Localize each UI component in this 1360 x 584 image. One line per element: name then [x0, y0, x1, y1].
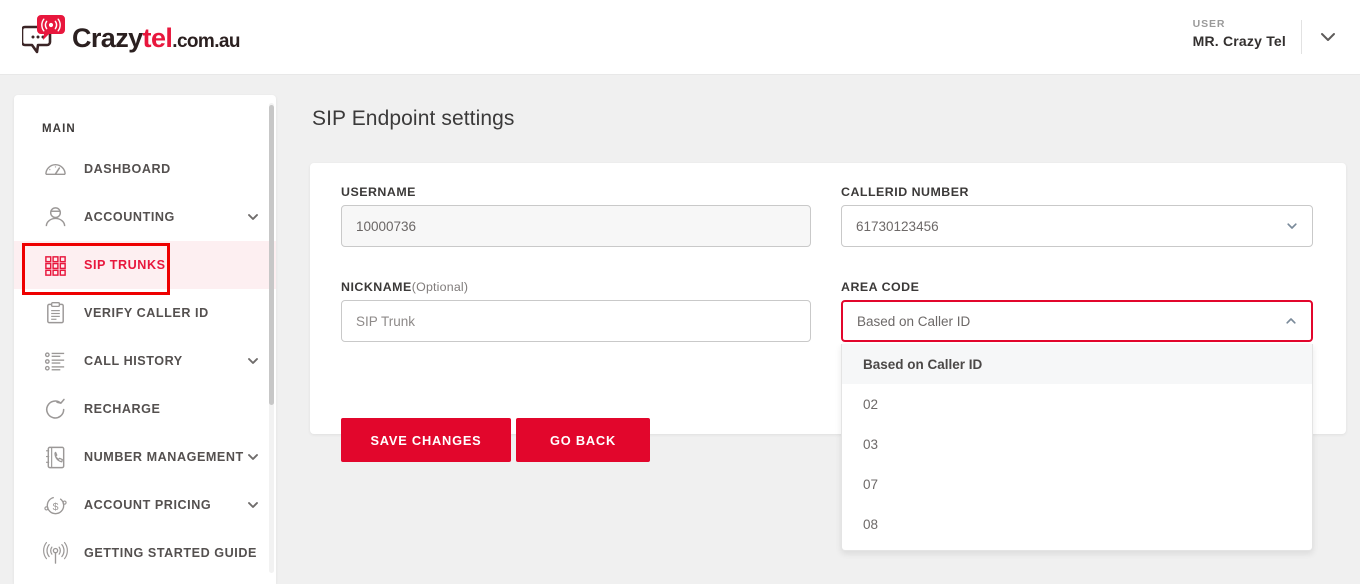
sidebar-item-label: ACCOUNTING — [84, 210, 175, 224]
chevron-down-icon[interactable] — [246, 450, 260, 464]
grid-3x3-icon — [42, 252, 68, 278]
nickname-optional-suffix: (Optional) — [412, 280, 468, 294]
nickname-input[interactable] — [341, 300, 811, 342]
refresh-circle-icon — [42, 396, 68, 422]
area-code-select-wrapper: Based on Caller ID Based on Caller ID 02… — [841, 300, 1313, 342]
sidebar-section-title: MAIN — [14, 95, 276, 145]
speedometer-icon — [42, 156, 68, 182]
area-code-dropdown-list: Based on Caller ID 02 03 07 08 — [841, 344, 1313, 551]
broadcast-icon — [42, 540, 68, 566]
brand-logo[interactable]: Crazytel.com.au — [22, 14, 240, 58]
chevron-down-icon — [1285, 219, 1299, 233]
go-back-button[interactable]: GO BACK — [516, 418, 650, 462]
sidebar-item-label: NUMBER MANAGEMENT — [84, 450, 244, 464]
area-code-value: Based on Caller ID — [857, 314, 970, 329]
dropdown-option[interactable]: 03 — [842, 424, 1312, 464]
sidebar-item-verify-caller-id[interactable]: VERIFY CALLER ID — [14, 289, 276, 337]
user-account-icon — [42, 204, 68, 230]
sidebar-item-label: VERIFY CALLER ID — [84, 306, 209, 320]
area-code-select[interactable]: Based on Caller ID — [841, 300, 1313, 342]
main-content: SIP Endpoint settings USERNAME CALLERID … — [310, 95, 1346, 131]
sidebar-item-label: DASHBOARD — [84, 162, 171, 176]
dollar-circle-icon: $ — [42, 492, 68, 518]
chevron-up-icon — [1284, 314, 1298, 328]
nickname-label-text: NICKNAME — [341, 280, 412, 294]
clipboard-icon — [42, 300, 68, 326]
sidebar-item-label: ACCOUNT PRICING — [84, 498, 211, 512]
sidebar-item-label: GETTING STARTED GUIDE — [84, 546, 257, 560]
app-root: Crazytel.com.au USER MR. Crazy Tel MAIN — [0, 0, 1360, 584]
dropdown-option[interactable]: 07 — [842, 464, 1312, 504]
brand-name-part2: tel — [143, 23, 173, 53]
chevron-down-icon[interactable] — [246, 354, 260, 368]
sidebar-item-label: CALL HISTORY — [84, 354, 183, 368]
sidebar-item-dashboard[interactable]: DASHBOARD — [14, 145, 276, 193]
dropdown-option[interactable]: Based on Caller ID — [842, 344, 1312, 384]
sidebar-item-label: SIP TRUNKS — [84, 258, 166, 272]
user-role-label: USER — [1193, 18, 1286, 31]
sidebar-item-label: RECHARGE — [84, 402, 160, 416]
sidebar-item-sip-trunks[interactable]: SIP TRUNKS — [14, 241, 276, 289]
sidebar-item-number-management[interactable]: NUMBER MANAGEMENT — [14, 433, 276, 481]
top-header: Crazytel.com.au USER MR. Crazy Tel — [0, 0, 1360, 75]
nickname-label: NICKNAME(Optional) — [341, 280, 468, 294]
save-changes-button[interactable]: SAVE CHANGES — [341, 418, 511, 462]
sidebar-item-call-history[interactable]: CALL HISTORY — [14, 337, 276, 385]
sidebar-scrollbar-thumb[interactable] — [269, 105, 274, 405]
sidebar-item-accounting[interactable]: ACCOUNTING — [14, 193, 276, 241]
callerid-number-select[interactable]: 61730123456 — [841, 205, 1313, 247]
username-input[interactable] — [341, 205, 811, 247]
chevron-down-icon[interactable] — [246, 498, 260, 512]
brand-wordmark: Crazytel.com.au — [72, 25, 240, 52]
brand-tld: .com.au — [172, 31, 240, 52]
user-menu[interactable]: USER MR. Crazy Tel — [1193, 18, 1286, 51]
sidebar-item-account-pricing[interactable]: $ ACCOUNT PRICING — [14, 481, 276, 529]
callerid-number-value: 61730123456 — [856, 219, 939, 234]
sip-endpoint-form-card: USERNAME CALLERID NUMBER 61730123456 NIC… — [310, 163, 1346, 434]
chevron-down-icon[interactable] — [246, 210, 260, 224]
list-bullets-icon — [42, 348, 68, 374]
user-display-name: MR. Crazy Tel — [1193, 33, 1286, 51]
dropdown-option[interactable]: 02 — [842, 384, 1312, 424]
callerid-number-label: CALLERID NUMBER — [841, 185, 969, 199]
dropdown-option[interactable]: 08 — [842, 504, 1312, 544]
chevron-down-icon[interactable] — [1318, 27, 1338, 47]
svg-text:$: $ — [52, 500, 58, 512]
sidebar-item-recharge[interactable]: RECHARGE — [14, 385, 276, 433]
sidebar-nav: MAIN DASHBOARD — [14, 95, 276, 584]
brand-name-part1: Crazy — [72, 23, 143, 53]
phone-book-icon — [42, 444, 68, 470]
header-divider — [1301, 20, 1302, 54]
username-label: USERNAME — [341, 185, 416, 199]
area-code-label: AREA CODE — [841, 280, 919, 294]
speech-bubbles-broadcast-icon — [22, 14, 66, 58]
page-title: SIP Endpoint settings — [312, 107, 1346, 131]
sidebar-item-getting-started-guide[interactable]: GETTING STARTED GUIDE — [14, 529, 276, 577]
